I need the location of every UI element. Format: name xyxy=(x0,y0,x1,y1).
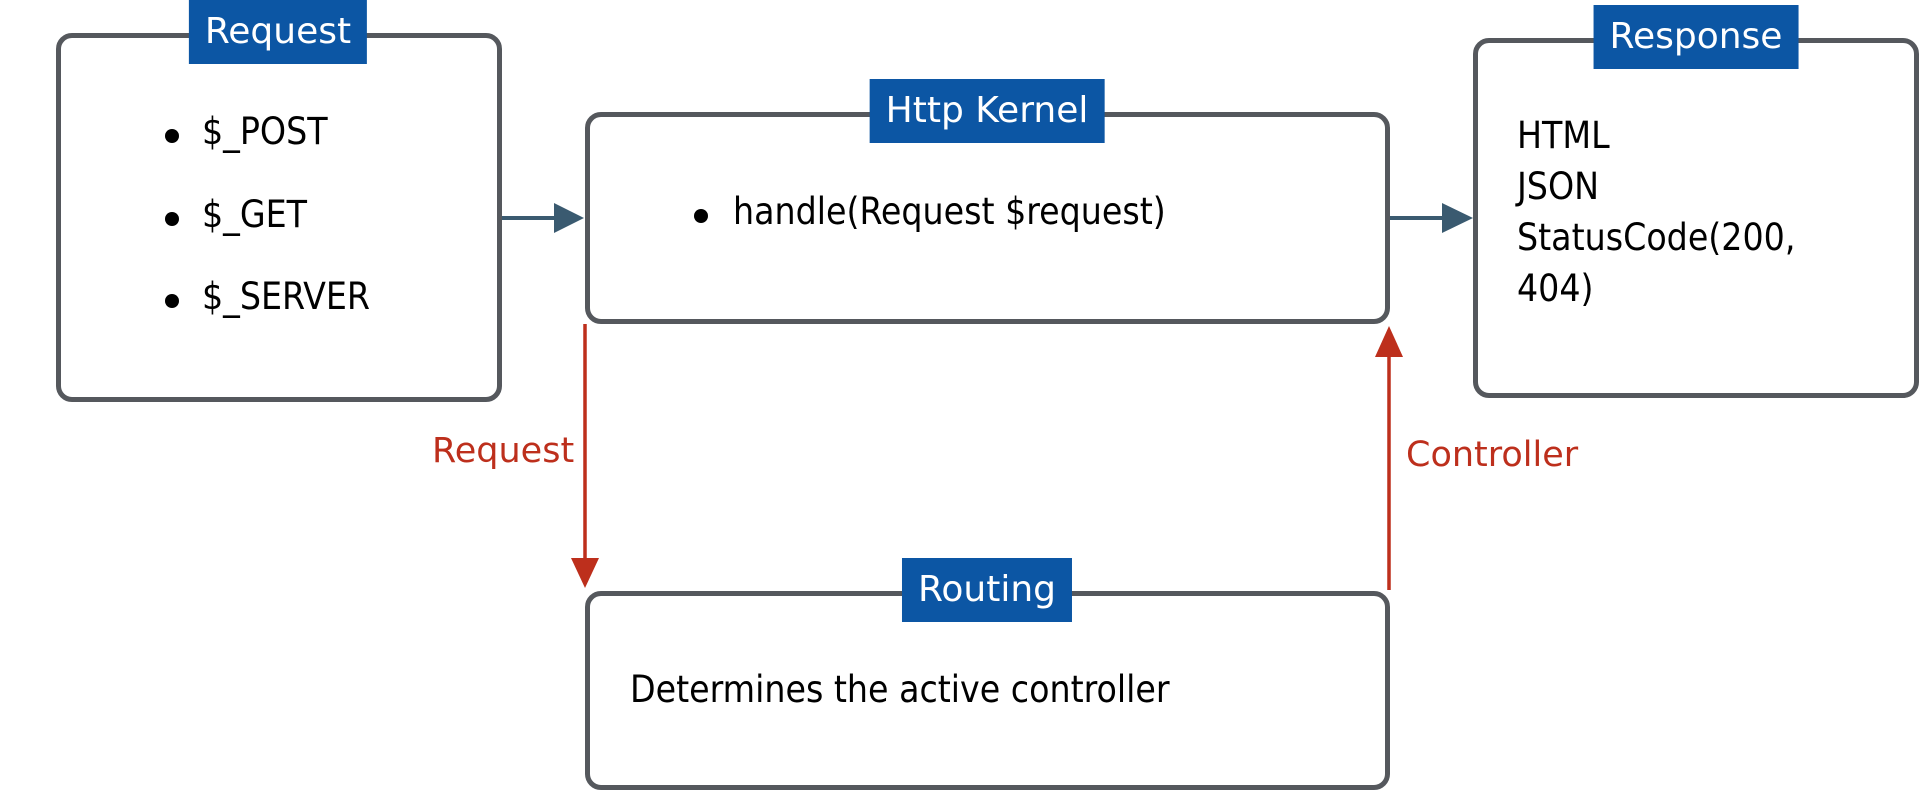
routing-description: Determines the active controller xyxy=(630,668,1170,711)
arrow-kernel-to-response xyxy=(1388,203,1473,233)
arrow-kernel-to-routing xyxy=(571,324,599,588)
routing-node-title: Routing xyxy=(901,558,1073,622)
response-line-html: HTML xyxy=(1517,114,1610,157)
request-node-title: Request xyxy=(188,0,368,64)
bullet-icon xyxy=(165,294,179,308)
http-kernel-item-handle: handle(Request $request) xyxy=(733,190,1166,233)
response-line-json: JSON xyxy=(1517,165,1600,208)
arrow-request-to-kernel xyxy=(502,203,584,233)
response-node-title: Response xyxy=(1593,5,1799,69)
edge-label-request: Request xyxy=(432,431,575,471)
arrow-routing-to-kernel xyxy=(1375,326,1403,590)
request-item-post: $_POST xyxy=(202,110,328,153)
http-kernel-node-title: Http Kernel xyxy=(869,79,1105,143)
edge-label-controller: Controller xyxy=(1406,435,1579,475)
request-item-get: $_GET xyxy=(202,193,307,236)
bullet-icon xyxy=(694,209,708,223)
response-line-statuscode: StatusCode(200, xyxy=(1517,216,1796,259)
request-item-server: $_SERVER xyxy=(202,275,370,318)
bullet-icon xyxy=(165,129,179,143)
bullet-icon xyxy=(165,212,179,226)
response-line-404: 404) xyxy=(1517,267,1594,310)
